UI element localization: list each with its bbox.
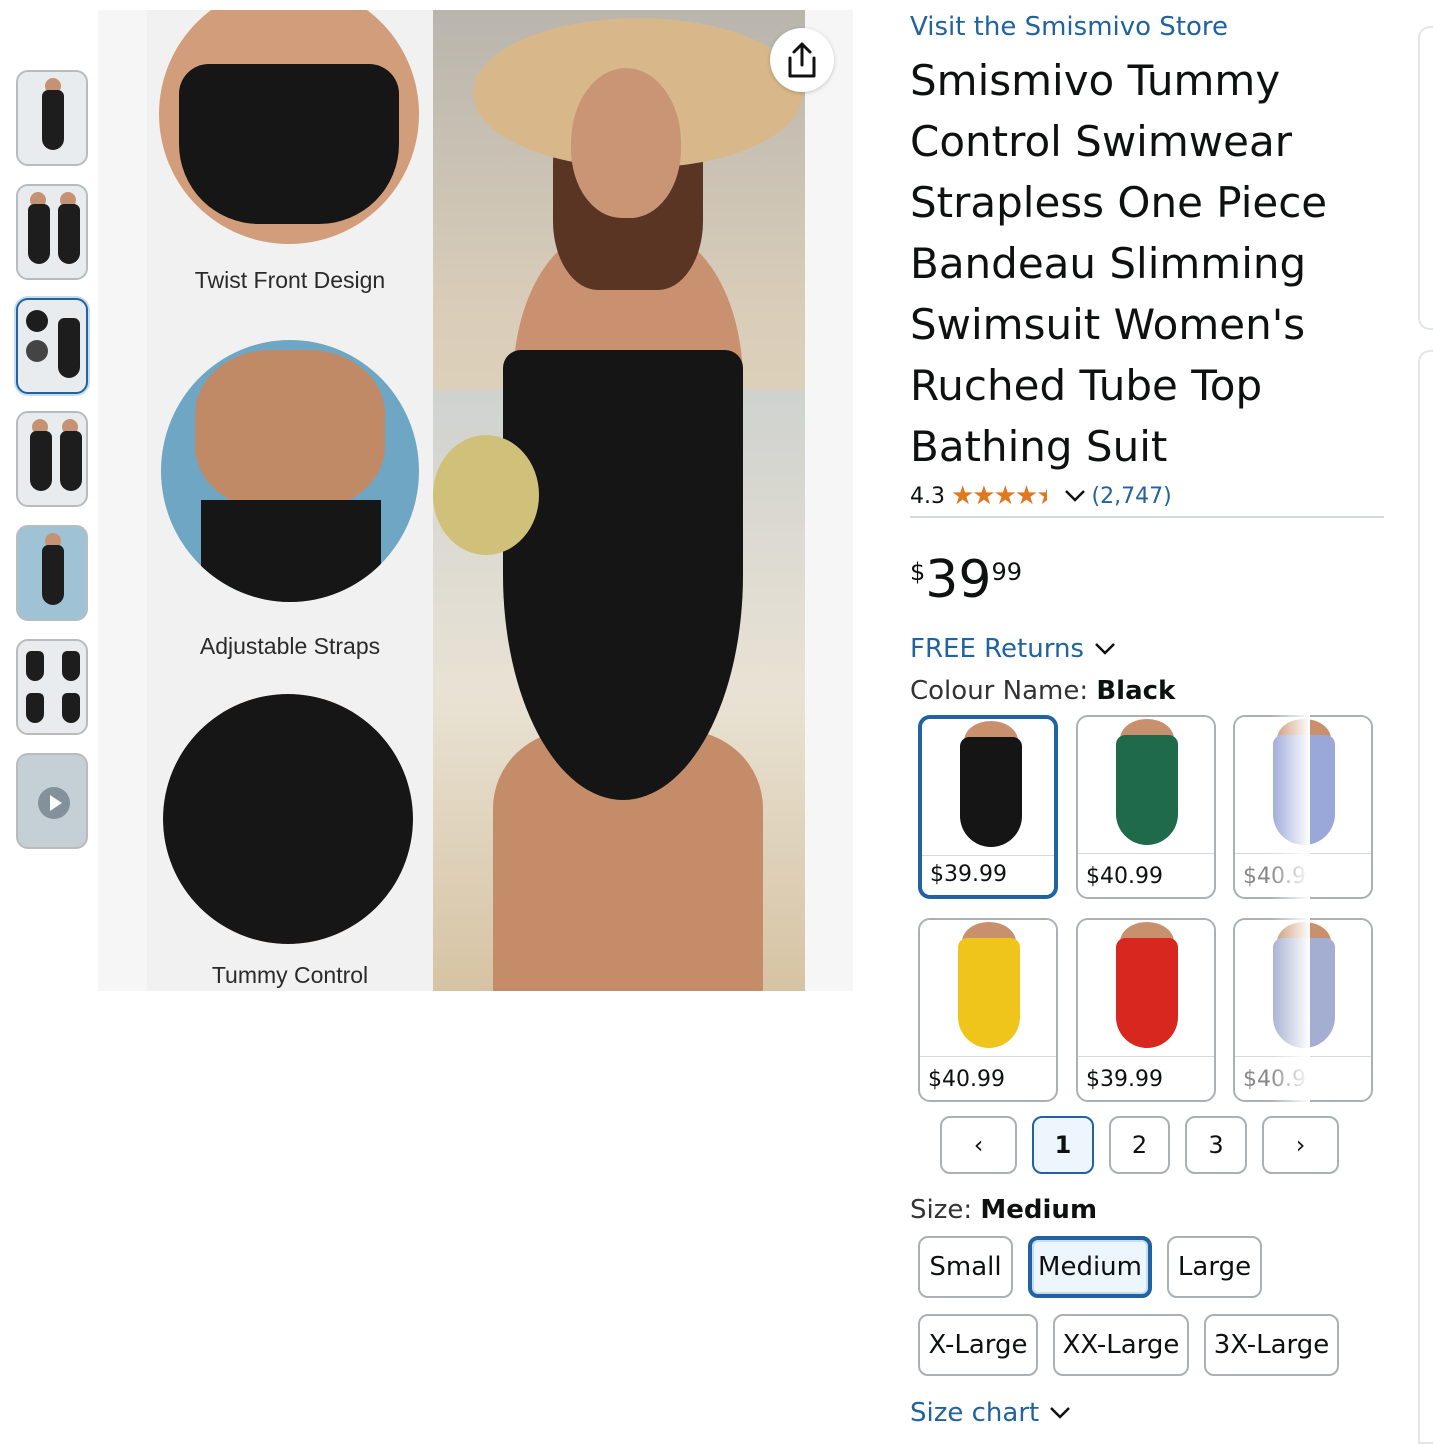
colour-swatch-green[interactable]: $40.99	[1076, 715, 1216, 899]
size-chart-label: Size chart	[910, 1398, 1040, 1428]
price-currency: $	[910, 558, 926, 586]
colour-value: Black	[1096, 676, 1176, 706]
size-3xlarge-button[interactable]: 3X-Large	[1204, 1314, 1339, 1376]
store-link[interactable]: Visit the Smismivo Store	[910, 12, 1228, 42]
free-returns[interactable]: FREE Returns	[910, 634, 1116, 664]
divider	[910, 516, 1384, 518]
star-rating-icon: ★★★★★	[951, 481, 1060, 511]
size-value: Medium	[980, 1195, 1098, 1225]
chevron-down-icon	[1095, 643, 1115, 655]
review-count-link[interactable]: (2,747)	[1092, 484, 1172, 509]
price-whole: 39	[925, 550, 992, 610]
thumbnail-3[interactable]	[16, 298, 88, 394]
caption-tummy-control: Tummy Control	[211, 962, 369, 988]
colour-swatch-black[interactable]: $39.99	[918, 715, 1058, 899]
side-panel-edge	[1418, 350, 1433, 1444]
pagination-page-1[interactable]: 1	[1032, 1116, 1094, 1174]
thumbnail-2[interactable]	[16, 184, 88, 280]
free-returns-label: FREE Returns	[910, 634, 1084, 664]
thumbnail-6[interactable]	[16, 639, 88, 735]
size-label: Size: Medium	[910, 1195, 1097, 1225]
price-fraction: 99	[991, 558, 1022, 586]
caption-twist-front: Twist Front Design	[194, 267, 386, 293]
product-title: Smismivo Tummy Control Swimwear Straples…	[910, 56, 1328, 471]
rating-row[interactable]: 4.3 ★★★★★ (2,747)	[910, 481, 1172, 511]
price: $ 39 99	[910, 550, 1022, 610]
pagination-page-3[interactable]: 3	[1185, 1116, 1247, 1174]
swatch-price: $40.99	[1086, 864, 1163, 889]
model-photo	[433, 10, 805, 991]
colour-swatch-red[interactable]: $39.99	[1076, 918, 1216, 1102]
size-large-button[interactable]: Large	[1167, 1236, 1262, 1298]
caption-adjustable-straps: Adjustable Straps	[199, 633, 381, 659]
share-icon[interactable]	[770, 28, 834, 92]
size-medium-button[interactable]: Medium	[1028, 1236, 1152, 1298]
colour-name: Colour Name: Black	[910, 676, 1175, 706]
size-chart-link[interactable]: Size chart	[910, 1398, 1071, 1428]
swatch-fade	[1270, 700, 1310, 1120]
feature-panel: Twist Front Design Adjustable Straps Tum…	[147, 10, 433, 991]
swatch-price: $39.99	[1086, 1067, 1163, 1092]
chevron-down-icon[interactable]	[1064, 489, 1086, 503]
thumbnail-video[interactable]	[16, 753, 88, 849]
pagination-prev-button[interactable]: ‹	[940, 1116, 1017, 1174]
swatch-price: $40.99	[928, 1067, 1005, 1092]
pagination-next-button[interactable]: ›	[1262, 1116, 1339, 1174]
size-xxlarge-button[interactable]: XX-Large	[1053, 1314, 1189, 1376]
detail-tummy-control	[163, 694, 413, 944]
main-product-image[interactable]: Twist Front Design Adjustable Straps Tum…	[98, 10, 853, 991]
side-panel-edge	[1418, 26, 1433, 330]
rating-value: 4.3	[910, 483, 945, 509]
thumbnail-4[interactable]	[16, 411, 88, 507]
size-xlarge-button[interactable]: X-Large	[918, 1314, 1038, 1376]
colour-label: Colour Name:	[910, 676, 1097, 706]
thumbnail-1[interactable]	[16, 70, 88, 166]
colour-swatch-yellow[interactable]: $40.99	[918, 918, 1058, 1102]
detail-twist-front	[159, 10, 419, 244]
pagination-page-2[interactable]: 2	[1109, 1116, 1170, 1174]
detail-adjustable-straps	[161, 340, 419, 602]
chevron-down-icon	[1050, 1407, 1071, 1419]
play-icon	[38, 787, 70, 819]
swatch-price: $39.99	[930, 862, 1007, 887]
size-small-button[interactable]: Small	[918, 1236, 1013, 1298]
thumbnail-5[interactable]	[16, 525, 88, 621]
size-label-text: Size:	[910, 1195, 981, 1225]
